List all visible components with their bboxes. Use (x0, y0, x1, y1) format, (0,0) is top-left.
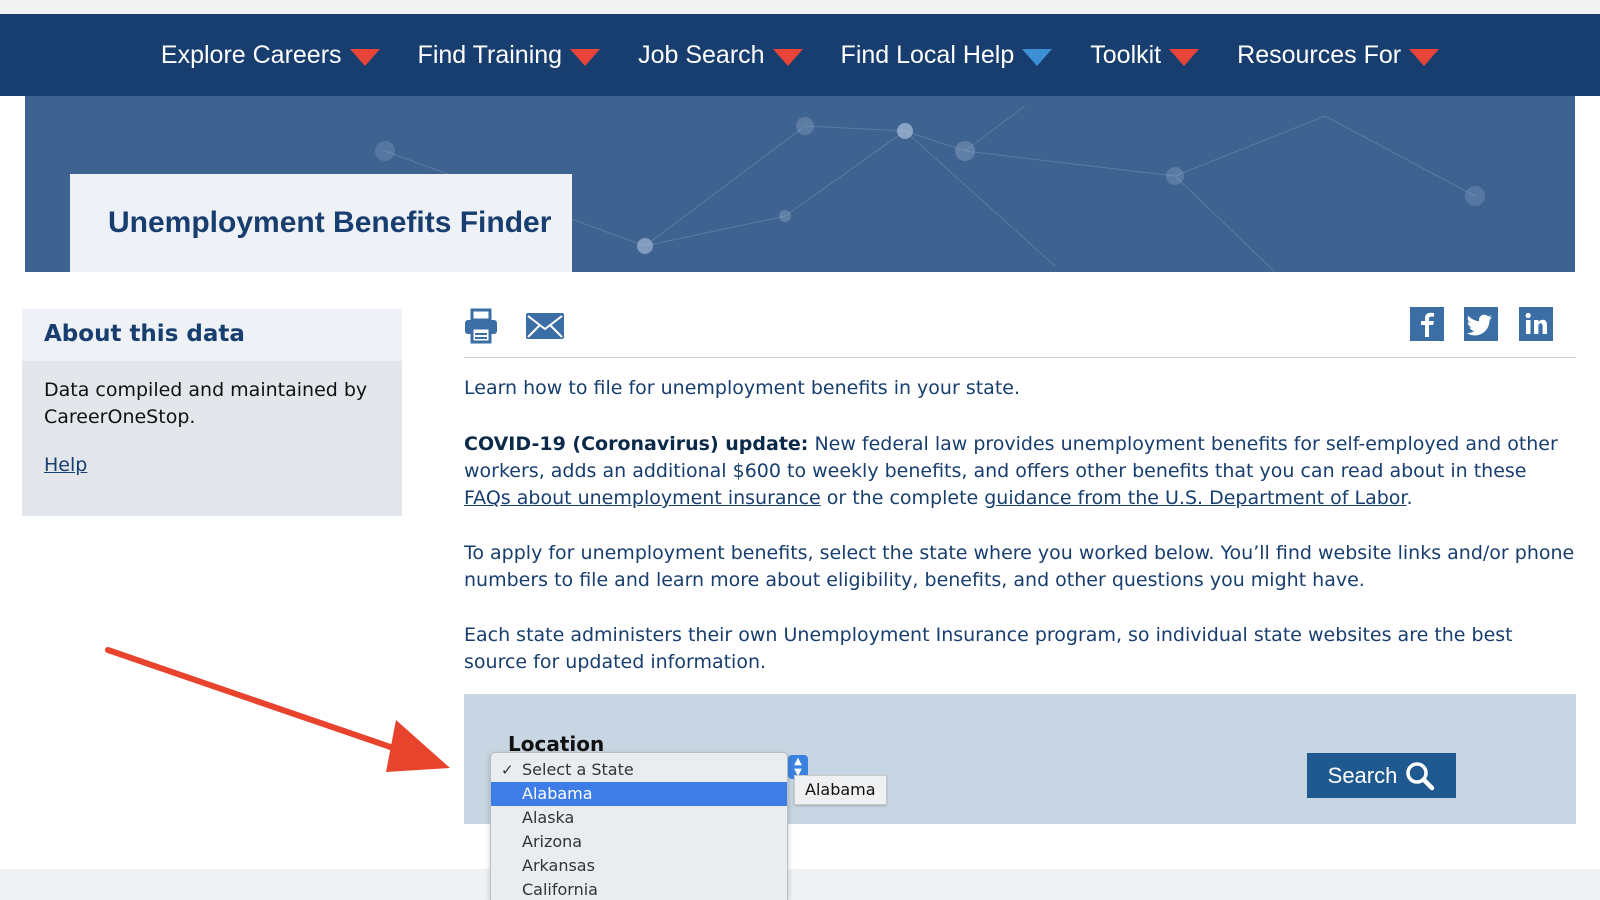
option-tooltip: Alabama (794, 775, 887, 805)
covid-text: . (1406, 487, 1413, 509)
faq-link[interactable]: FAQs about unemployment insurance (464, 487, 821, 509)
main-nav: Explore Careers Find Training Job Search… (0, 14, 1600, 96)
option-label: California (522, 880, 598, 899)
state-info-text: Each state administers their own Unemplo… (464, 624, 1513, 673)
share-toolbar (464, 304, 1576, 358)
caret-down-icon (772, 48, 803, 66)
search-button-label: Search (1327, 762, 1398, 788)
caret-down-icon (1022, 48, 1053, 66)
search-icon (1406, 761, 1435, 790)
apply-text: To apply for unemployment benefits, sele… (464, 542, 1575, 591)
sidebar-heading: About this data (22, 309, 402, 361)
nav-explore-careers[interactable]: Explore Careers (142, 41, 399, 70)
nav-find-local-help[interactable]: Find Local Help (822, 41, 1072, 70)
option-label: Arizona (522, 832, 583, 851)
print-icon[interactable] (464, 308, 498, 344)
covid-update: COVID-19 (Coronavirus) update: New feder… (464, 431, 1576, 512)
hero-banner: Unemployment Benefits Finder (25, 96, 1575, 272)
nav-label: Toolkit (1090, 40, 1162, 69)
option-select-a-state[interactable]: ✓ Select a State (491, 758, 787, 782)
option-label: Alabama (522, 784, 593, 803)
email-icon[interactable] (525, 312, 565, 340)
annotation-arrow-icon (105, 647, 450, 772)
option-label: Alaska (522, 808, 575, 827)
caret-down-icon (570, 48, 601, 66)
check-icon: ✓ (501, 761, 514, 779)
footer-band (0, 869, 1600, 900)
top-strip (0, 0, 1600, 14)
covid-label: COVID-19 (Coronavirus) update: (464, 433, 809, 455)
search-button[interactable]: Search (1307, 753, 1456, 798)
page-title-box: Unemployment Benefits Finder (70, 174, 572, 272)
nav-label: Find Local Help (840, 40, 1015, 69)
nav-label: Resources For (1237, 40, 1402, 69)
covid-text: or the complete (820, 487, 985, 509)
help-link[interactable]: Help (44, 452, 87, 479)
nav-label: Explore Careers (160, 40, 342, 69)
state-dropdown[interactable]: ✓ Select a State Alabama Alaska Arizona … (490, 752, 788, 900)
nav-label: Job Search (638, 40, 765, 69)
option-arkansas[interactable]: Arkansas (491, 854, 787, 878)
caret-down-icon (1169, 48, 1200, 66)
nav-label: Find Training (417, 40, 563, 69)
page-title: Unemployment Benefits Finder (108, 206, 552, 239)
option-label: Select a State (522, 760, 634, 779)
caret-down-icon (1409, 48, 1440, 66)
nav-job-search[interactable]: Job Search (619, 41, 821, 70)
nav-toolkit[interactable]: Toolkit (1071, 41, 1218, 70)
option-alabama[interactable]: Alabama (491, 782, 787, 806)
option-alaska[interactable]: Alaska (491, 806, 787, 830)
option-label: Arkansas (522, 856, 595, 875)
option-california[interactable]: California (491, 878, 787, 900)
facebook-icon[interactable] (1410, 307, 1444, 341)
nav-resources-for[interactable]: Resources For (1218, 41, 1458, 70)
twitter-icon[interactable] (1464, 307, 1498, 341)
sidebar-text: Data compiled and maintained by CareerOn… (44, 379, 368, 428)
nav-find-training[interactable]: Find Training (399, 41, 620, 70)
option-arizona[interactable]: Arizona (491, 830, 787, 854)
linkedin-icon[interactable] (1519, 307, 1553, 341)
intro-text: Learn how to file for unemployment benef… (464, 377, 1020, 399)
about-sidebar: About this data Data compiled and mainta… (22, 309, 402, 516)
caret-down-icon (349, 48, 380, 66)
dol-guidance-link[interactable]: guidance from the U.S. Department of Lab… (984, 487, 1406, 509)
sidebar-body: Data compiled and maintained by CareerOn… (22, 361, 402, 495)
